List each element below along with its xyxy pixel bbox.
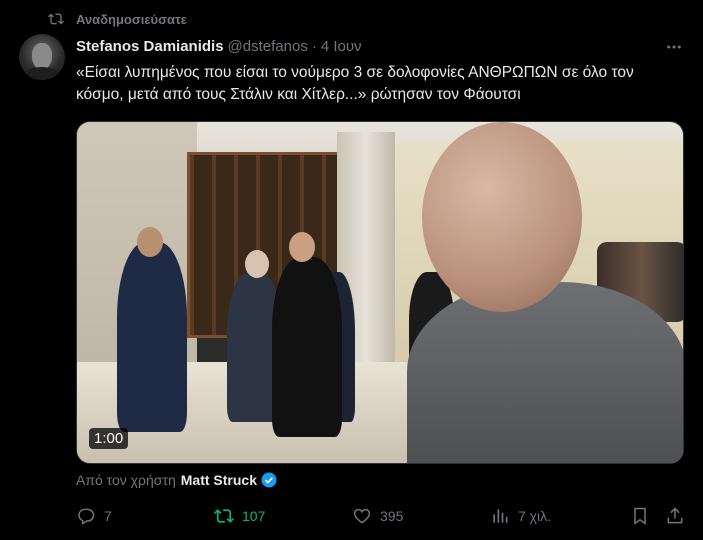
police-officer [272, 257, 342, 437]
action-bar: 7 107 395 7 χιλ. [76, 504, 690, 528]
foreground-man-shoulders [407, 282, 683, 463]
repost-icon [48, 13, 64, 25]
verified-badge-icon [261, 472, 277, 488]
separator-dot: · [311, 37, 317, 55]
reply-icon [78, 508, 95, 525]
heart-icon [353, 508, 371, 524]
person-head [137, 227, 163, 257]
video-player[interactable]: 1:00 [76, 121, 684, 464]
person-head [245, 250, 269, 278]
video-thumbnail [77, 122, 683, 463]
tweet-text: «Είσαι λυπημένος που είσαι το νούμερο 3 … [76, 64, 634, 103]
tweet-header: Stefanos Damianidis @dstefanos · 4 Ιουν [76, 36, 683, 56]
views-count: 7 χιλ. [518, 508, 552, 524]
repost-button[interactable]: 107 [214, 504, 265, 528]
avatar[interactable] [19, 34, 65, 80]
views-button[interactable]: 7 χιλ. [490, 504, 551, 528]
foreground-man-head [422, 122, 582, 312]
video-duration: 1:00 [89, 428, 129, 449]
source-prefix: Από τον χρήστη [76, 472, 176, 488]
share-button[interactable] [665, 504, 693, 528]
share-icon [667, 507, 683, 524]
person-walking [117, 242, 187, 432]
reply-button[interactable]: 7 [76, 504, 112, 528]
repost-indicator[interactable]: Αναδημοσιεύσατε [48, 9, 187, 29]
like-button[interactable]: 395 [352, 504, 403, 528]
reply-count: 7 [104, 508, 112, 524]
more-options-button[interactable] [665, 38, 683, 56]
avatar-face [32, 43, 52, 69]
repost-count: 107 [242, 508, 266, 524]
video-source: Από τον χρήστη Matt Struck [76, 470, 278, 490]
author-name[interactable]: Stefanos Damianidis [76, 38, 224, 55]
person-head [289, 232, 315, 262]
repost-label: Αναδημοσιεύσατε [76, 11, 187, 27]
author-handle[interactable]: @dstefanos [228, 38, 308, 55]
bookmark-icon [634, 507, 646, 525]
avatar-shoulders [23, 67, 61, 80]
views-chart-icon [493, 509, 508, 523]
bookmark-button[interactable] [630, 504, 658, 528]
source-name[interactable]: Matt Struck [181, 472, 257, 488]
more-icon [667, 45, 681, 49]
like-count: 395 [380, 508, 404, 524]
tweet-date[interactable]: 4 Ιουν [321, 38, 362, 55]
repost-icon [214, 509, 234, 523]
